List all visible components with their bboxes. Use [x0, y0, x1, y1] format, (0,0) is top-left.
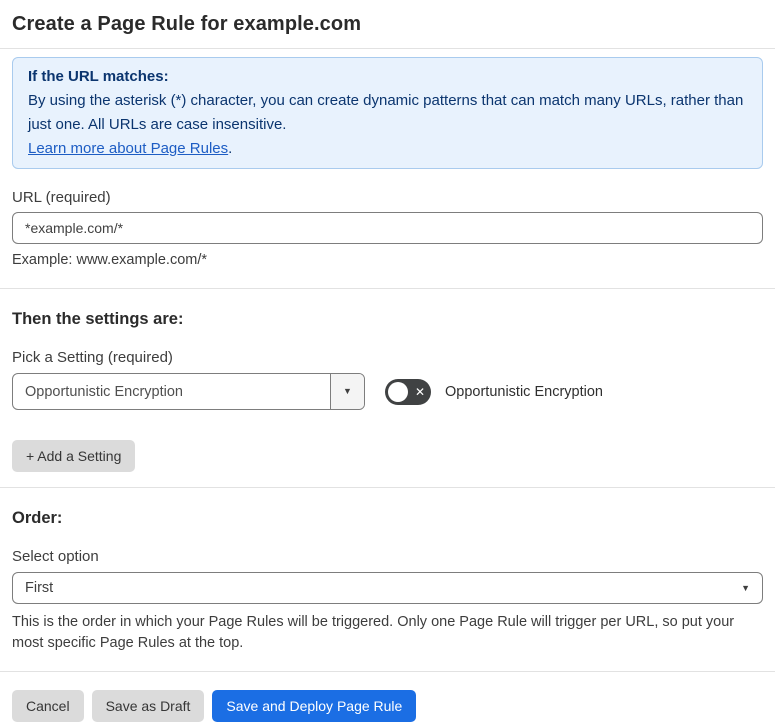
chevron-down-icon: ▼: [741, 582, 750, 593]
toggle-label: Opportunistic Encryption: [445, 383, 603, 400]
setting-dropdown-value: Opportunistic Encryption: [25, 383, 183, 400]
setting-dropdown[interactable]: Opportunistic Encryption ▼: [12, 373, 365, 410]
url-label: URL (required): [12, 189, 111, 206]
create-page-rule-form: Create a Page Rule for example.com If th…: [0, 0, 775, 722]
save-as-draft-button[interactable]: Save as Draft: [91, 690, 205, 722]
opportunistic-encryption-toggle[interactable]: ✕: [385, 378, 431, 405]
order-select-value: First: [25, 580, 54, 596]
toggle-off-x-icon: ✕: [414, 384, 425, 399]
url-input[interactable]: [12, 212, 763, 244]
url-helper-text: Example: www.example.com/*: [12, 252, 208, 268]
info-box-body: By using the asterisk (*) character, you…: [28, 92, 744, 133]
order-section-heading: Order:: [12, 509, 63, 527]
cancel-button[interactable]: Cancel: [12, 690, 84, 722]
toggle-knob: [388, 381, 408, 402]
page-title: Create a Page Rule for example.com: [12, 13, 362, 35]
chevron-down-icon: ▼: [343, 386, 352, 396]
setting-row: Opportunistic Encryption ▼ ✕ Opportunist…: [12, 373, 763, 410]
link-period: .: [228, 140, 233, 157]
divider: [0, 487, 775, 488]
divider: [0, 671, 775, 672]
pick-setting-label: Pick a Setting (required): [12, 349, 173, 366]
order-select[interactable]: First ▼: [12, 572, 763, 604]
settings-section-heading: Then the settings are:: [12, 310, 184, 328]
action-button-row: Cancel Save as Draft Save and Deploy Pag…: [12, 690, 763, 722]
setting-dropdown-arrow-button[interactable]: ▼: [330, 374, 364, 409]
divider: [0, 48, 775, 49]
add-setting-button[interactable]: + Add a Setting: [12, 440, 136, 472]
divider: [0, 288, 775, 289]
learn-more-link[interactable]: Learn more about Page Rules: [28, 140, 228, 157]
save-and-deploy-button[interactable]: Save and Deploy Page Rule: [212, 690, 417, 722]
info-box-link-line: Learn more about Page Rules.: [28, 137, 747, 161]
select-option-label: Select option: [12, 548, 99, 565]
info-box-heading: If the URL matches:: [28, 68, 169, 85]
url-matches-info-box: If the URL matches: By using the asteris…: [12, 57, 763, 169]
order-helper-text: This is the order in which your Page Rul…: [12, 614, 735, 651]
